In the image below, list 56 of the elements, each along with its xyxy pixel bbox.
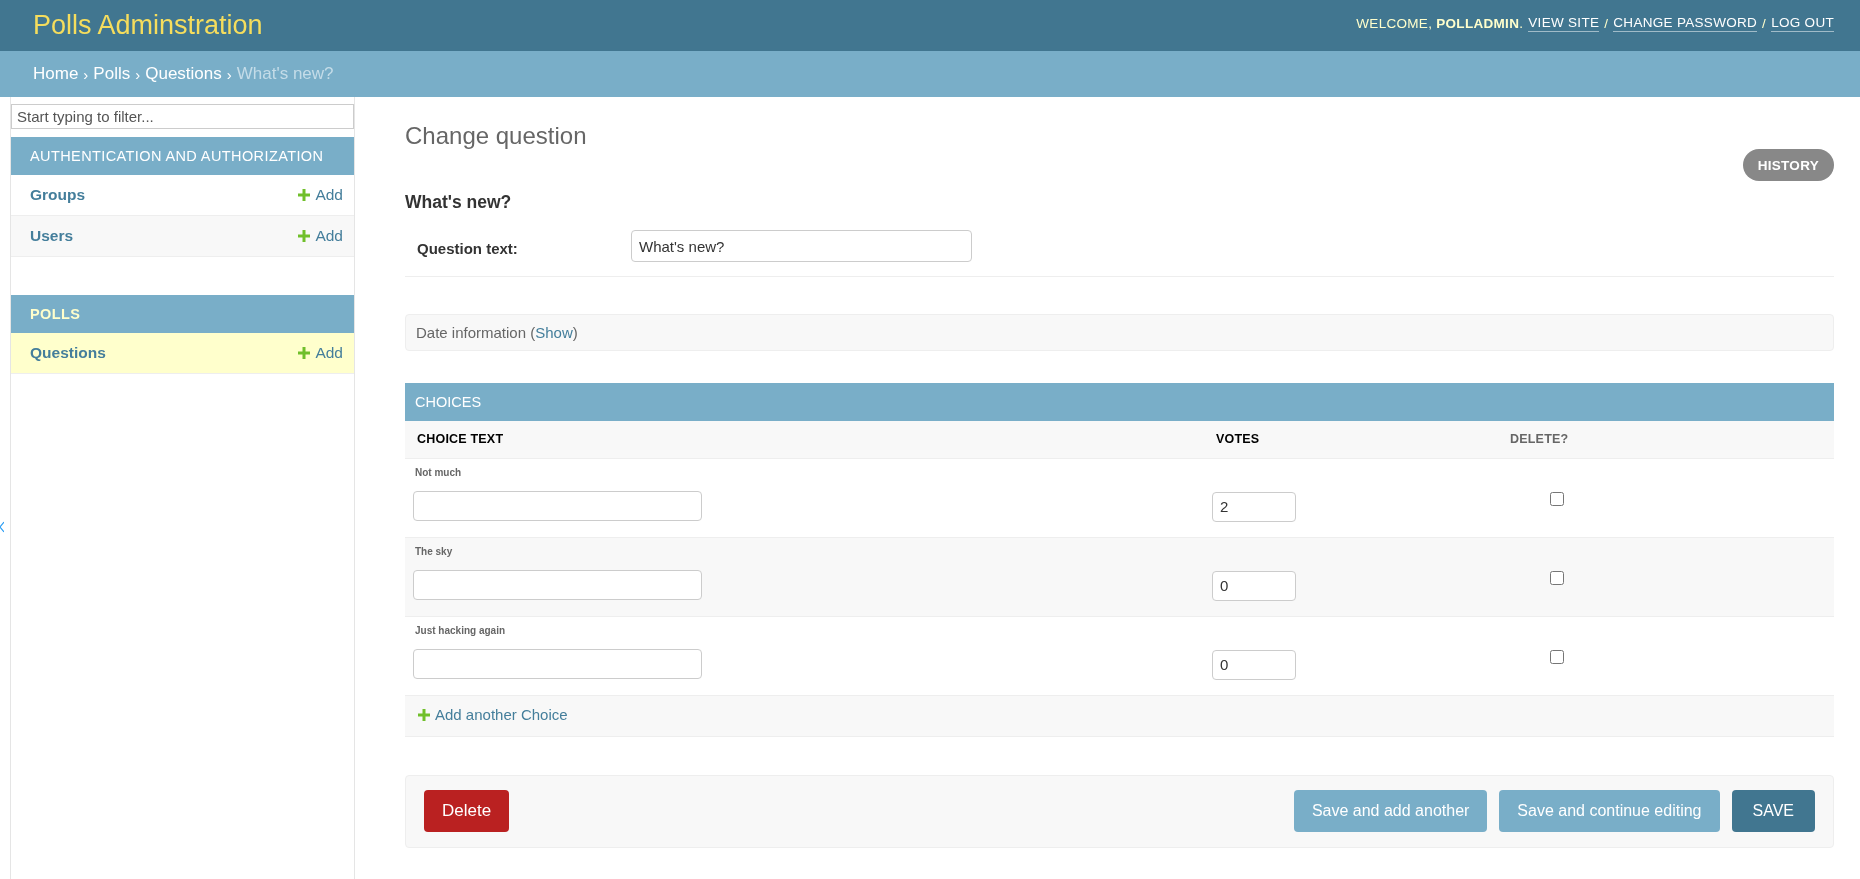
breadcrumb-separator: › (135, 65, 141, 83)
votes-field[interactable]: 0 (1212, 649, 1296, 680)
model-link[interactable]: Groups (30, 186, 86, 204)
separator: / (1762, 16, 1767, 31)
show-link[interactable]: Show (535, 324, 573, 341)
delete-button[interactable]: Delete (424, 790, 510, 832)
module-caption[interactable]: AUTHENTICATION AND AUTHORIZATION (11, 137, 354, 175)
row-label: Not much (415, 466, 463, 479)
plus-icon (298, 347, 311, 359)
delete-checkbox[interactable] (1550, 491, 1564, 506)
votes-field[interactable]: 2 (1212, 491, 1296, 522)
breadcrumb-separator: › (83, 65, 89, 83)
text-field[interactable]: What's new? (631, 230, 972, 262)
breadcrumb-current: What's new? (236, 64, 334, 84)
plus-icon (298, 189, 311, 201)
add-link[interactable]: Add (298, 227, 343, 245)
delete-checkbox[interactable] (1550, 570, 1564, 585)
history-button[interactable]: HISTORY (1742, 149, 1834, 181)
breadcrumb-link[interactable]: Home (33, 64, 79, 84)
welcome-text: WELCOME, POLLADMIN. (1356, 16, 1524, 31)
fieldset-heading: Date information (Show) (416, 324, 578, 341)
filter-field[interactable]: Start typing to filter... (11, 104, 354, 129)
site-title: Polls Adminstration (33, 10, 263, 41)
add-row-link[interactable]: Add another Choice (418, 706, 568, 724)
delete-checkbox[interactable] (1550, 649, 1564, 664)
breadcrumb-separator: › (226, 65, 232, 83)
add-link[interactable]: Add (298, 186, 343, 204)
add-link[interactable]: Add (298, 344, 343, 362)
module-caption[interactable]: POLLS (11, 295, 354, 333)
column-header: CHOICE TEXT (417, 432, 504, 447)
separator: / (1604, 16, 1609, 31)
column-header: VOTES (1216, 432, 1260, 447)
model-link[interactable]: Users (30, 227, 74, 245)
breadcrumb-link[interactable]: Questions (145, 64, 222, 84)
row-label: The sky (415, 545, 454, 558)
save-button[interactable]: SAVE (1731, 790, 1815, 832)
field-label: Question text: (417, 238, 519, 257)
choice-text-field[interactable] (413, 648, 702, 679)
choice-text-field[interactable] (413, 490, 702, 521)
user-link[interactable]: CHANGE PASSWORD (1613, 14, 1758, 33)
row-label: Just hacking again (415, 624, 507, 637)
page-title: Change question (405, 122, 587, 150)
user-link[interactable]: VIEW SITE (1528, 14, 1600, 33)
column-header: DELETE? (1510, 432, 1569, 447)
save-option-button[interactable]: Save and add another (1293, 790, 1488, 832)
plus-icon (298, 230, 311, 242)
model-link[interactable]: Questions (30, 344, 106, 362)
sidebar-toggle-icon[interactable] (0, 521, 4, 533)
save-option-button[interactable]: Save and continue editing (1499, 790, 1720, 832)
choice-text-field[interactable] (413, 569, 702, 600)
inline-caption: CHOICES (405, 383, 1834, 421)
object-title: What's new? (405, 192, 513, 213)
breadcrumb-link[interactable]: Polls (93, 64, 131, 84)
votes-field[interactable]: 0 (1212, 570, 1296, 601)
plus-icon (418, 708, 430, 721)
user-link[interactable]: LOG OUT (1771, 14, 1834, 33)
